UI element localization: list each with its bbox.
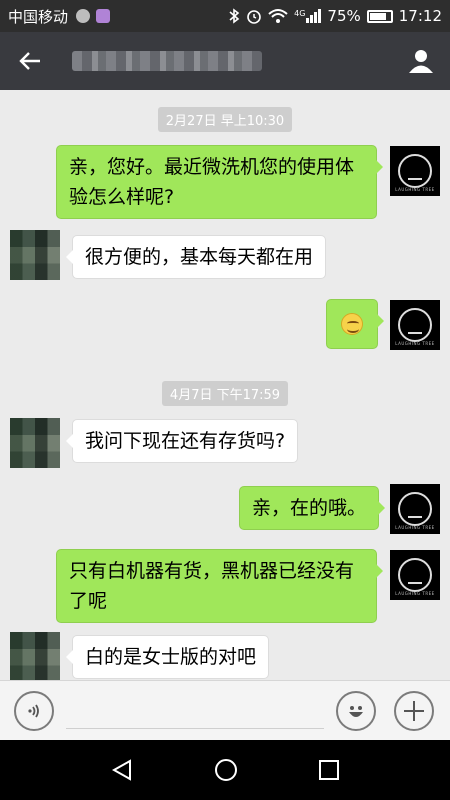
contact-avatar[interactable]	[10, 230, 60, 280]
logo-icon	[398, 154, 432, 188]
battery-icon	[366, 9, 393, 23]
timestamp: 4月7日 下午17:59	[0, 381, 450, 406]
wifi-icon	[268, 9, 288, 23]
bluetooth-icon	[229, 8, 240, 24]
chat-header	[0, 32, 450, 90]
contact-profile-button[interactable]	[392, 32, 450, 90]
message-bubble-sent[interactable]: 亲，在的哦。	[239, 486, 386, 530]
home-circle-icon[interactable]	[213, 757, 239, 783]
signal-icon: 4G	[294, 9, 322, 23]
voice-icon	[28, 704, 39, 718]
back-arrow-icon	[19, 52, 40, 70]
message-bubble-received[interactable]: 我问下现在还有存货吗?	[65, 419, 299, 463]
system-nav-bar	[0, 740, 450, 800]
logo-icon	[398, 308, 432, 342]
contact-name-redacted	[72, 51, 262, 71]
logo-icon	[398, 492, 432, 526]
input-bar	[0, 680, 450, 740]
emoji-icon	[349, 706, 363, 717]
message-bubble-sent[interactable]: 只有白机器有货，黑机器已经没有了呢	[56, 549, 383, 623]
alarm-icon	[247, 10, 261, 24]
message-bubble-received[interactable]: 很方便的，基本每天都在用	[65, 235, 327, 279]
contact-avatar[interactable]	[10, 418, 60, 468]
emoji-button[interactable]	[336, 691, 376, 731]
smile-emoji-icon	[341, 313, 363, 335]
carrier-name: 中国移动	[8, 7, 69, 26]
my-avatar[interactable]: LAUGHING TREE	[390, 146, 440, 196]
message-input[interactable]	[66, 693, 324, 729]
timestamp: 2月27日 早上10:30	[0, 107, 450, 132]
network-type-badge: 4G	[294, 9, 306, 18]
message-bubble-sent[interactable]	[326, 299, 384, 349]
my-avatar[interactable]: LAUGHING TREE	[390, 300, 440, 350]
person-icon	[409, 50, 433, 73]
status-bar: 中国移动 4G 75% 17:12	[0, 0, 450, 32]
contact-avatar[interactable]	[10, 632, 60, 680]
my-avatar[interactable]: LAUGHING TREE	[390, 550, 440, 600]
back-button[interactable]	[0, 32, 60, 90]
more-button[interactable]	[394, 691, 434, 731]
my-avatar[interactable]: LAUGHING TREE	[390, 484, 440, 534]
plus-icon	[404, 701, 424, 721]
chat-notification-icon	[76, 9, 91, 23]
gallery-notification-icon	[96, 9, 111, 23]
message-bubble-sent[interactable]: 亲，您好。最近微洗机您的使用体验怎么样呢?	[56, 145, 383, 219]
logo-icon	[398, 558, 432, 592]
voice-button[interactable]	[14, 691, 54, 731]
message-list[interactable]: 2月27日 早上10:30 LAUGHING TREE 亲，您好。最近微洗机您的…	[0, 90, 450, 680]
recents-square-icon[interactable]	[318, 759, 340, 781]
battery-percent: 75%	[327, 7, 361, 25]
message-bubble-received[interactable]: 白的是女士版的对吧	[65, 635, 270, 679]
clock: 17:12	[398, 7, 442, 25]
back-triangle-icon[interactable]	[110, 758, 134, 782]
